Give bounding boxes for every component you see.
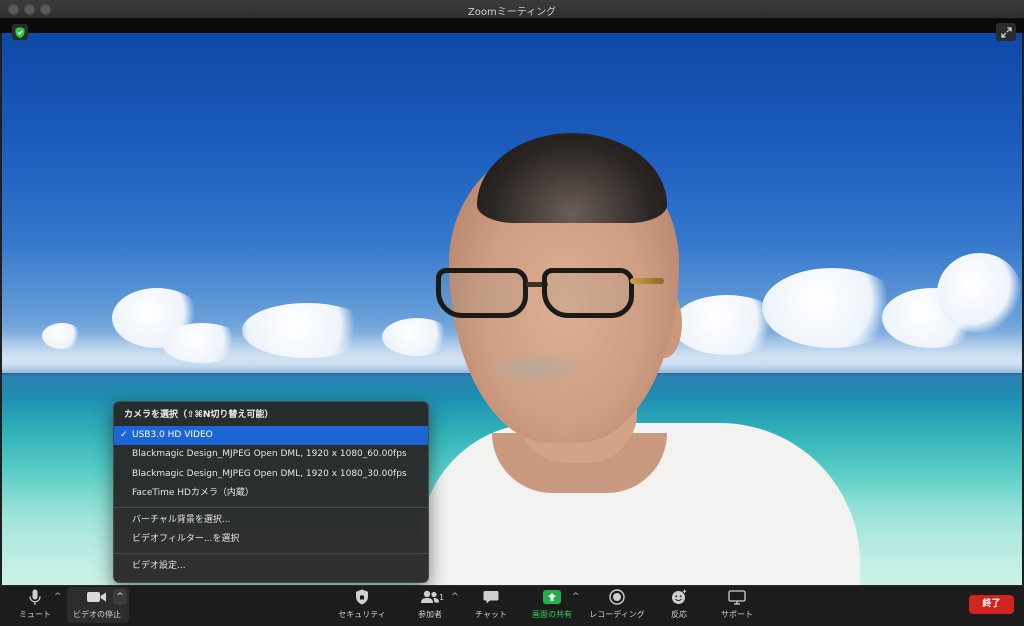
- camera-option-label: Blackmagic Design_MJPEG Open DML, 1920 x…: [132, 468, 407, 479]
- recording-button[interactable]: レコーディング: [586, 587, 648, 624]
- chat-button[interactable]: チャット: [471, 587, 511, 624]
- camera-option-usb3[interactable]: ✓ USB3.0 HD VIDEO: [114, 425, 428, 445]
- top-strip: [0, 19, 1024, 33]
- person-hair: [477, 133, 667, 223]
- camera-option-blackmagic-30[interactable]: Blackmagic Design_MJPEG Open DML, 1920 x…: [114, 465, 428, 485]
- camera-option-label: FaceTime HDカメラ（内蔵）: [132, 488, 254, 498]
- camera-option-label: USB3.0 HD VIDEO: [132, 429, 213, 440]
- meeting-toolbar: [0, 585, 1024, 626]
- mute-label: ミュート: [19, 610, 51, 619]
- end-meeting-button[interactable]: 終了: [969, 595, 1014, 614]
- fullscreen-icon[interactable]: [996, 23, 1016, 41]
- title-bar: Zoomミーティング: [0, 0, 1024, 19]
- recording-label: レコーディング: [589, 610, 645, 619]
- chat-label: チャット: [475, 610, 507, 619]
- shield-icon: [355, 587, 369, 607]
- participants-label: 参加者: [418, 610, 442, 619]
- share-screen-icon: [543, 590, 561, 604]
- video-settings-option[interactable]: ビデオ設定...: [114, 557, 428, 577]
- camera-menu-header: カメラを選択（⇧⌘N切り替え可能）: [124, 410, 274, 420]
- support-button[interactable]: サポート: [716, 587, 758, 624]
- window-title: Zoomミーティング: [467, 7, 557, 18]
- cloud: [937, 253, 1022, 333]
- mute-options-caret[interactable]: ^: [54, 592, 62, 602]
- menu-divider: [114, 506, 428, 508]
- mute-button[interactable]: ミュート: [14, 587, 56, 624]
- camera-option-blackmagic-60[interactable]: Blackmagic Design_MJPEG Open DML, 1920 x…: [114, 445, 428, 465]
- share-screen-button[interactable]: 画面の共有: [528, 587, 576, 624]
- encryption-shield-icon[interactable]: [12, 24, 28, 40]
- zoom-window: Zoomミーティング カメラを選択（⇧⌘N切り替え可能） ✓ USB3.0 HD…: [0, 0, 1024, 626]
- person-beard: [480, 351, 590, 387]
- camera-option-label: Blackmagic Design_MJPEG Open DML, 1920 x…: [132, 449, 407, 459]
- person-glasses: [434, 268, 664, 324]
- reactions-label: 反応: [671, 610, 687, 619]
- microphone-icon: [29, 587, 41, 607]
- participants-options-caret[interactable]: ^: [451, 592, 459, 602]
- support-label: サポート: [721, 610, 753, 619]
- cloud: [762, 268, 902, 348]
- video-camera-icon: [87, 587, 107, 607]
- virtual-background-option[interactable]: バーチャル背景を選択...: [114, 511, 428, 531]
- cast-screen-icon: [728, 587, 746, 607]
- checkmark-icon: ✓: [120, 429, 128, 440]
- menu-divider: [114, 552, 428, 554]
- camera-select-menu: カメラを選択（⇧⌘N切り替え可能） ✓ USB3.0 HD VIDEO Blac…: [113, 401, 429, 583]
- video-options-caret[interactable]: ^: [113, 589, 127, 605]
- chat-bubble-icon: [483, 587, 499, 607]
- cloud: [242, 303, 372, 358]
- camera-option-facetime[interactable]: FaceTime HDカメラ（内蔵）: [114, 484, 428, 504]
- share-options-caret[interactable]: ^: [572, 592, 580, 602]
- cloud: [162, 323, 242, 363]
- security-label: セキュリティ: [338, 610, 386, 619]
- stop-video-label: ビデオの停止: [73, 610, 121, 619]
- security-button[interactable]: セキュリティ: [335, 587, 389, 624]
- share-screen-label: 画面の共有: [532, 610, 572, 619]
- reactions-button[interactable]: 反応: [664, 587, 694, 624]
- record-icon: [609, 587, 625, 607]
- smiley-icon: [671, 587, 687, 607]
- participant-count: 1: [439, 593, 445, 602]
- participants-icon: [420, 587, 440, 607]
- cloud: [42, 323, 82, 349]
- video-filter-option[interactable]: ビデオフィルター...を選択: [114, 530, 428, 550]
